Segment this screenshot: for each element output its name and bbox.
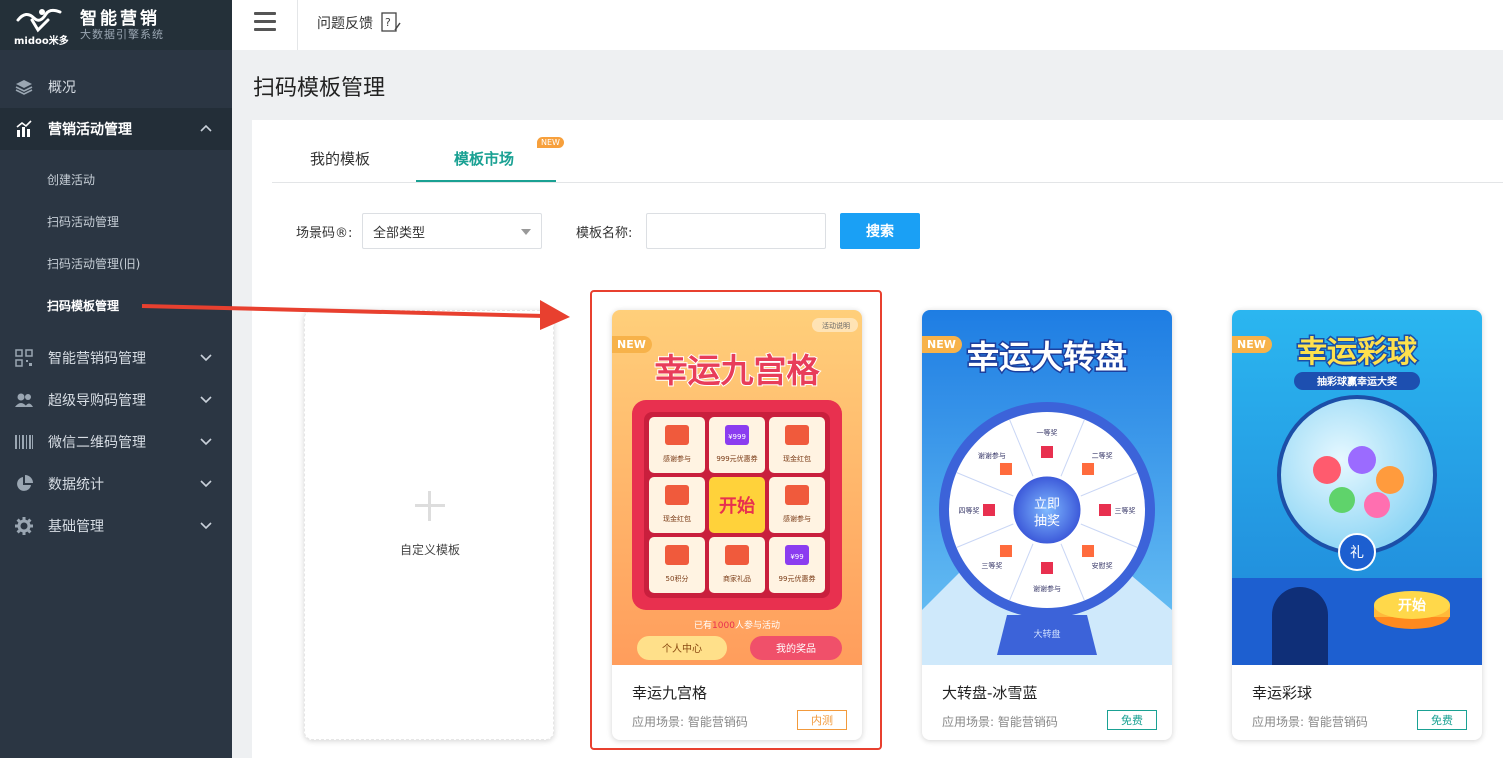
template-card[interactable]: 幸运大转盘 一等奖 二等奖 三等奖 安慰奖 谢谢参与 三等奖 四等奖 谢谢参与 立即 抽奖 大… [922,310,1172,740]
banner-subtitle: 抽彩球赢幸运大奖 [1317,375,1398,388]
wheel-prize-icon [983,504,995,516]
ball-label: 礼 [1350,545,1364,561]
sidebar-item-label: 营销活动管理 [48,122,132,138]
scene-select-value: 全部类型 [373,225,426,241]
start-label: 开始 [1398,597,1426,614]
custom-template-label: 自定义模板 [399,543,460,557]
layers-icon [14,77,34,97]
brand-subtitle: 大数据引擎系统 [80,28,164,41]
feedback-icon: ? [381,12,401,32]
annotation-highlight-box [590,290,882,750]
wheel-segment-label: 四等奖 [959,506,980,515]
plus-icon [415,491,445,521]
chevron-down-icon [200,438,212,446]
wheel-segment-label: 谢谢参与 [1033,584,1061,593]
new-ribbon: NEW [1232,336,1272,353]
tab-my-templates[interactable]: 我的模板 [310,148,370,169]
custom-template-card[interactable]: 自定义模板 [304,310,554,740]
chart-icon [14,119,34,139]
template-scene: 应用场景: 智能营销码 [1252,715,1368,729]
wheel-segment-label: 一等奖 [1037,428,1058,437]
search-button[interactable]: 搜索 [840,213,920,249]
sidebar-sub-scan-activity[interactable]: 扫码活动管理 [0,200,232,242]
banner-title: 幸运彩球 [1297,335,1418,370]
sidebar-item-overview[interactable]: 概况 [0,66,232,108]
sidebar-sub-scan-template[interactable]: 扫码模板管理 [0,284,232,326]
page-title: 扫码模板管理 [253,76,386,101]
sidebar-sub-create-activity[interactable]: 创建活动 [0,158,232,200]
template-tag: 免费 [1417,710,1467,730]
users-icon [14,390,34,410]
feedback-label: 问题反馈 [317,16,373,32]
active-tab-indicator [416,180,556,182]
tab-new-badge: NEW [537,137,564,148]
template-card[interactable]: 幸运彩球 抽彩球赢幸运大奖 礼 开始 NEW 幸运彩球 应用场景: 智能营销码 … [1232,310,1482,740]
sidebar: midoo米多 智能营销 大数据引擎系统 概况 营销活动管理 创建活动 扫码活动… [0,0,232,758]
wheel-prize-icon [1041,562,1053,574]
tab-template-market[interactable]: 模板市场 [454,148,514,169]
sidebar-item-label: 基础管理 [48,519,104,535]
scene-filter-label: 场景码®: [296,226,353,241]
sidebar-sub-scan-activity-old[interactable]: 扫码活动管理(旧) [0,242,232,284]
scene-select[interactable]: 全部类型 [362,213,542,249]
template-name: 大转盘-冰雪蓝 [942,684,1038,702]
wheel-center-line1: 立即 [1034,497,1060,512]
wheel-segment-label: 谢谢参与 [978,451,1006,460]
feedback-link[interactable]: 问题反馈 ? [317,12,401,34]
wheel-prize-icon [1041,446,1053,458]
template-thumbnail: 幸运大转盘 一等奖二等奖三等奖安慰奖谢谢参与三等奖四等奖谢谢参与 立即 抽奖 大… [922,310,1172,665]
wheel-segment-label: 安慰奖 [1092,561,1113,570]
new-ribbon: NEW [922,336,962,353]
sidebar-item-marketing[interactable]: 营销活动管理 [0,108,232,150]
sidebar-item-basic[interactable]: 基础管理 [0,505,232,547]
sidebar-item-guide-code[interactable]: 超级导购码管理 [0,379,232,421]
template-name-label: 模板名称: [576,226,633,241]
tab-bar: 我的模板 模板市场 NEW [272,120,1503,183]
wheel-prize-icon [1082,462,1095,475]
wheel-center-line2: 抽奖 [1034,514,1060,529]
sidebar-item-wechat-qrcode[interactable]: 微信二维码管理 [0,421,232,463]
svg-text:?: ? [385,16,391,29]
barcode-icon [14,432,34,452]
wheel-prize-icon [1099,504,1111,516]
chevron-up-icon [200,124,212,132]
sidebar-item-label: 数据统计 [48,477,104,493]
logo-text: midoo米多 [14,36,69,47]
wheel-segment-label: 三等奖 [1115,506,1136,515]
wheel-prize-icon [999,462,1012,475]
sidebar-item-label: 超级导购码管理 [48,393,146,409]
chevron-down-icon [200,354,212,362]
hamburger-menu-icon[interactable] [254,12,276,34]
topbar-divider [297,0,298,50]
banner-title: 幸运大转盘 [967,338,1127,376]
qrcode-icon [14,348,34,368]
template-scene: 应用场景: 智能营销码 [942,715,1058,729]
sidebar-item-statistics[interactable]: 数据统计 [0,463,232,505]
wheel-segment-label: 三等奖 [981,561,1002,570]
sidebar-item-label: 微信二维码管理 [48,435,146,451]
chevron-down-icon [200,480,212,488]
chevron-down-icon [200,522,212,530]
brand-header: midoo米多 智能营销 大数据引擎系统 [0,0,232,50]
template-name-input[interactable] [646,213,826,249]
pie-icon [14,474,34,494]
sidebar-item-smart-code[interactable]: 智能营销码管理 [0,337,232,379]
caret-down-icon [521,229,531,235]
gear-icon [14,516,34,536]
sidebar-item-label: 概况 [48,80,76,96]
wheel-base-label: 大转盘 [1033,628,1060,640]
chevron-down-icon [200,396,212,404]
template-name: 幸运彩球 [1252,684,1313,702]
wheel-prize-icon [1082,545,1095,558]
top-bar: 问题反馈 ? [232,0,1503,50]
sidebar-item-label: 智能营销码管理 [48,351,146,367]
wheel-segment-label: 二等奖 [1092,451,1113,460]
template-tag: 免费 [1107,710,1157,730]
wheel-prize-icon [999,545,1012,558]
template-thumbnail: 幸运彩球 抽彩球赢幸运大奖 礼 开始 [1232,310,1482,665]
